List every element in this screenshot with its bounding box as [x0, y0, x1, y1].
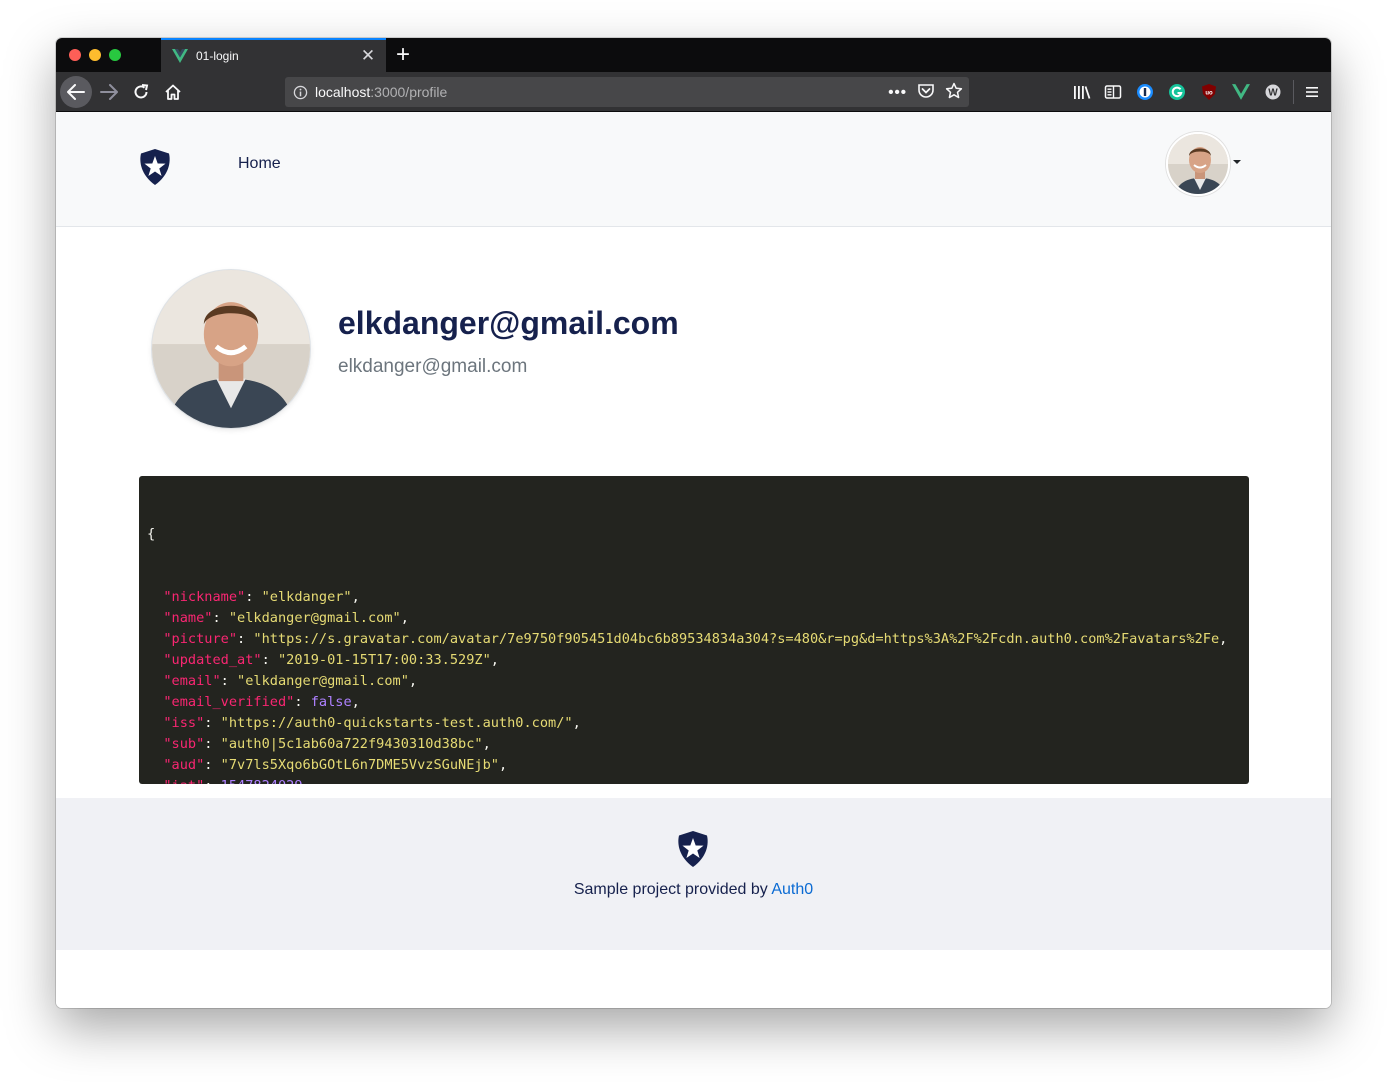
json-key: "aud": [163, 757, 205, 773]
json-value: "elkdanger@gmail.com": [228, 610, 401, 626]
code-line: "name": "elkdanger@gmail.com",: [163, 610, 409, 626]
site-navbar: Home: [56, 112, 1331, 227]
url-path: :3000/profile: [370, 84, 448, 100]
json-value: "elkdanger": [261, 589, 352, 605]
json-key: "nickname": [163, 589, 246, 605]
code-line: "sub": "auth0|5c1ab60a722f9430310d38bc",: [163, 736, 491, 752]
json-value: 1547824029: [221, 778, 303, 784]
profile-name: elkdanger@gmail.com: [338, 305, 679, 341]
tab-title: 01-login: [196, 49, 239, 63]
wappalyzer-icon[interactable]: W: [1263, 82, 1283, 102]
profile-avatar: [152, 270, 310, 428]
profile-email: elkdanger@gmail.com: [338, 356, 528, 377]
vue-devtools-icon[interactable]: [1231, 82, 1251, 102]
nav-home-link[interactable]: Home: [238, 155, 281, 173]
json-key: "iat": [163, 778, 204, 784]
page-actions-icon[interactable]: •••: [888, 84, 907, 101]
svg-text:uo: uo: [1205, 91, 1213, 97]
json-key: "email": [163, 673, 221, 689]
json-key: "picture": [163, 631, 238, 647]
footer-auth0-logo-icon: [676, 830, 710, 868]
code-line: "email_verified": false,: [163, 694, 360, 710]
new-tab-button[interactable]: +: [392, 42, 414, 68]
auth0-link[interactable]: Auth0: [771, 881, 813, 898]
hamburger-menu-icon[interactable]: [1302, 82, 1322, 102]
web-page: Home elkdanger@gmail.com elkdanger@gmail…: [56, 112, 1331, 1008]
json-key: "updated_at": [163, 652, 262, 668]
auth0-logo-icon[interactable]: [138, 148, 172, 186]
url-host: localhost: [315, 84, 371, 100]
json-key: "name": [163, 610, 213, 626]
code-line: "nickname": "elkdanger",: [163, 589, 360, 605]
grammarly-icon[interactable]: [1167, 82, 1187, 102]
footer-credit-text: Sample project provided by: [573, 881, 772, 898]
sidebar-icon[interactable]: [1103, 82, 1123, 102]
json-value: "7v7ls5Xqo6bGOtL6n7DME5VvzSGuNEjb": [220, 757, 499, 773]
user-dropdown-caret-icon[interactable]: [1233, 160, 1241, 164]
ublock-icon[interactable]: uo: [1199, 82, 1219, 102]
toolbar-divider: [1293, 80, 1294, 104]
forward-button[interactable]: [93, 76, 125, 108]
reload-icon: [134, 84, 149, 99]
code-line: "iat": 1547824029,: [147, 776, 1249, 784]
json-value: "https://s.gravatar.com/avatar/7e9750f90…: [253, 631, 1220, 647]
code-line: "updated_at": "2019-01-15T17:00:33.529Z"…: [163, 652, 499, 668]
password-manager-icon[interactable]: [1135, 82, 1155, 102]
site-info-icon[interactable]: [285, 85, 315, 100]
minimize-window-button[interactable]: [89, 49, 101, 61]
maximize-window-button[interactable]: [109, 49, 121, 61]
close-window-button[interactable]: [69, 49, 81, 61]
close-tab-icon[interactable]: ✕: [356, 46, 380, 66]
json-key: "sub": [163, 736, 205, 752]
tab-bar: 01-login ✕ +: [56, 38, 1331, 72]
user-avatar-button[interactable]: [1166, 132, 1230, 196]
code-open-brace: {: [147, 526, 156, 542]
footer-credit: Sample project provided by Auth0: [56, 881, 1331, 899]
json-value: "auth0|5c1ab60a722f9430310d38bc": [220, 736, 483, 752]
pocket-icon[interactable]: [917, 83, 935, 102]
url-bar[interactable]: localhost:3000/profile •••: [285, 77, 969, 107]
back-button[interactable]: [60, 76, 92, 108]
browser-window: 01-login ✕ + localhost:3000/profile •••: [56, 38, 1331, 1008]
code-line: "email": "elkdanger@gmail.com",: [163, 673, 418, 689]
svg-text:W: W: [1268, 88, 1278, 99]
site-footer: Sample project provided by Auth0: [56, 798, 1331, 950]
json-value: false: [310, 694, 352, 710]
json-value: "elkdanger@gmail.com": [237, 673, 409, 689]
home-icon: [165, 84, 181, 100]
code-line: "aud": "7v7ls5Xqo6bGOtL6n7DME5VvzSGuNEjb…: [163, 757, 508, 773]
nav-toolbar: localhost:3000/profile ••• uo W: [56, 72, 1331, 112]
code-line: "iss": "https://auth0-quickstarts-test.a…: [163, 715, 581, 731]
vue-logo-icon: [172, 49, 188, 63]
user-avatar-photo: [1168, 134, 1228, 194]
browser-tab[interactable]: 01-login ✕: [161, 38, 386, 72]
json-key: "email_verified": [163, 694, 295, 710]
home-button[interactable]: [157, 76, 189, 108]
back-arrow-icon: [67, 84, 85, 100]
bookmark-star-icon[interactable]: [945, 82, 963, 103]
forward-arrow-icon: [100, 84, 118, 100]
json-value: "https://auth0-quickstarts-test.auth0.co…: [220, 715, 573, 731]
profile-json-code-block: { "nickname": "elkdanger", "name": "elkd…: [139, 476, 1249, 784]
json-key: "iss": [163, 715, 205, 731]
code-line: "picture": "https://s.gravatar.com/avata…: [163, 631, 1228, 647]
library-icon[interactable]: [1072, 82, 1092, 102]
reload-button[interactable]: [125, 76, 157, 108]
json-value: "2019-01-15T17:00:33.529Z": [277, 652, 491, 668]
